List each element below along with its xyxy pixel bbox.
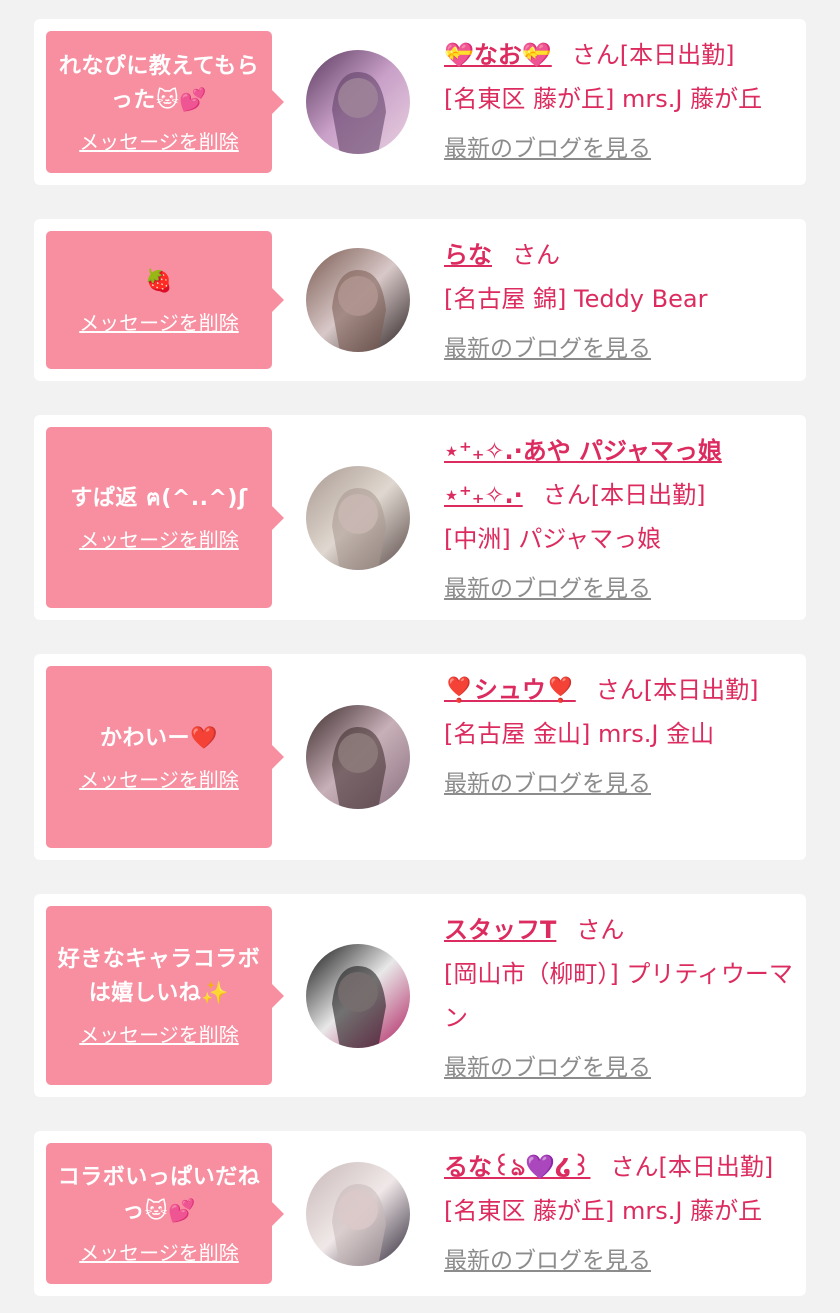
sender-info: ❣️シュウ❣️ さん[本日出勤] [名古屋 金山] mrs.J 金山最新のブログを見… (444, 668, 796, 806)
delete-message-link[interactable]: メッセージを削除 (79, 524, 239, 553)
latest-blog-link[interactable]: 最新のブログを見る (444, 567, 651, 611)
status-badge: [本日出勤] (658, 1153, 774, 1181)
avatar[interactable] (306, 465, 410, 570)
message-text: 好きなキャラコラボは嬉しいね✨ (57, 947, 261, 1006)
honorific: さん (512, 241, 560, 269)
latest-blog-link[interactable]: 最新のブログを見る (444, 1046, 651, 1090)
message-card: 好きなキャラコラボは嬉しいね✨ メッセージを削除 スタッフT さん [岡山市（柳町）] … (34, 894, 806, 1097)
message-text: かわいー❤️ (100, 725, 218, 751)
message-card: 🍓 メッセージを削除 らな さん [名古屋 錦] Teddy Bear 最新のブログを見る (34, 219, 806, 381)
message-card: コラボいっぱいだねっ🐱💕 メッセージを削除 るな꒰ঌ💜໒꒱ さん[本日出勤] [名東区 … (34, 1131, 806, 1296)
sender-info: るな꒰ঌ💜໒꒱ さん[本日出勤] [名東区 藤が丘] mrs.J 藤が丘最新のブログ… (444, 1145, 796, 1283)
sender-name-link[interactable]: ❣️シュウ❣️ (444, 676, 576, 704)
honorific: さん (610, 1153, 659, 1181)
honorific: さん (542, 481, 591, 509)
sender-info: 💝なお💝 さん[本日出勤] [名東区 藤が丘] mrs.J 藤が丘最新のブログを見る (444, 33, 796, 171)
sender-line: らな さん (444, 233, 796, 277)
shop-name: [名東区 藤が丘] mrs.J 藤が丘 (444, 85, 763, 113)
message-card: れなぴに教えてもらった🐱💕 メッセージを削除 💝なお💝 さん[本日出勤] [名東区 藤が… (34, 19, 806, 185)
delete-message-link[interactable]: メッセージを削除 (79, 126, 239, 155)
sender-line: ⋆⁺₊✧.·あや パジャマっ娘⋆⁺₊✧.· さん[本日出勤] (444, 429, 796, 517)
latest-blog-link[interactable]: 最新のブログを見る (444, 762, 651, 806)
delete-message-link[interactable]: メッセージを削除 (79, 764, 239, 793)
sender-info: ⋆⁺₊✧.·あや パジャマっ娘⋆⁺₊✧.· さん[本日出勤] [中洲] パジャマっ娘… (444, 429, 796, 611)
latest-blog-link[interactable]: 最新のブログを見る (444, 327, 651, 371)
avatar[interactable] (306, 248, 410, 352)
sender-name-link[interactable]: 💝なお💝 (444, 41, 552, 69)
message-bubble: すぱ返 ฅ(^..^)ʃ メッセージを削除 (46, 427, 284, 608)
shop-name: [名東区 藤が丘] mrs.J 藤が丘 (444, 1197, 763, 1225)
message-bubble: かわいー❤️ メッセージを削除 (46, 666, 284, 848)
message-bubble: 好きなキャラコラボは嬉しいね✨ メッセージを削除 (46, 906, 284, 1085)
sender-line: スタッフT さん (444, 908, 796, 952)
shop-name: [中洲] パジャマっ娘 (444, 525, 662, 553)
avatar[interactable] (306, 943, 410, 1048)
honorific: さん (576, 916, 625, 944)
shop-name: [岡山市（柳町）] プリティウーマン (444, 960, 793, 1032)
shop-name: [名古屋 金山] mrs.J 金山 (444, 720, 715, 748)
shop-name: [名古屋 錦] Teddy Bear (444, 285, 708, 313)
status-badge: [本日出勤] (590, 481, 706, 509)
message-text: れなぴに教えてもらった🐱💕 (58, 53, 260, 113)
message-text: 🍓 (145, 268, 173, 294)
message-card: かわいー❤️ メッセージを削除 ❣️シュウ❣️ さん[本日出勤] [名古屋 金山] mr… (34, 654, 806, 860)
sender-name-link[interactable]: るな꒰ঌ💜໒꒱ (444, 1153, 590, 1181)
sender-line: 💝なお💝 さん[本日出勤] (444, 33, 796, 77)
honorific: さん (595, 676, 644, 704)
message-bubble: コラボいっぱいだねっ🐱💕 メッセージを削除 (46, 1143, 284, 1284)
status-badge: [本日出勤] (619, 41, 735, 69)
sender-name-link[interactable]: らな (444, 241, 492, 269)
avatar[interactable] (306, 50, 410, 154)
latest-blog-link[interactable]: 最新のブログを見る (444, 127, 651, 171)
message-list: れなぴに教えてもらった🐱💕 メッセージを削除 💝なお💝 さん[本日出勤] [名東区 藤が… (0, 0, 840, 1313)
sender-name-link[interactable]: スタッフT (444, 916, 556, 944)
sender-info: スタッフT さん [岡山市（柳町）] プリティウーマン最新のブログを見る (444, 908, 796, 1090)
delete-message-link[interactable]: メッセージを削除 (79, 1019, 239, 1048)
message-bubble: 🍓 メッセージを削除 (46, 231, 284, 369)
status-badge: [本日出勤] (643, 676, 759, 704)
sender-info: らな さん [名古屋 錦] Teddy Bear 最新のブログを見る (444, 233, 796, 371)
sender-line: ❣️シュウ❣️ さん[本日出勤] (444, 668, 796, 712)
avatar[interactable] (306, 705, 410, 809)
avatar[interactable] (306, 1161, 410, 1266)
delete-message-link[interactable]: メッセージを削除 (79, 307, 239, 336)
message-card: すぱ返 ฅ(^..^)ʃ メッセージを削除 ⋆⁺₊✧.·あや パジャマっ娘⋆⁺₊✧.… (34, 415, 806, 620)
message-text: コラボいっぱいだねっ🐱💕 (57, 1165, 261, 1224)
delete-message-link[interactable]: メッセージを削除 (79, 1237, 239, 1266)
message-bubble: れなぴに教えてもらった🐱💕 メッセージを削除 (46, 31, 284, 173)
latest-blog-link[interactable]: 最新のブログを見る (444, 1239, 651, 1283)
message-text: すぱ返 ฅ(^..^)ʃ (70, 486, 248, 511)
sender-line: るな꒰ঌ💜໒꒱ さん[本日出勤] (444, 1145, 796, 1189)
honorific: さん (571, 41, 620, 69)
